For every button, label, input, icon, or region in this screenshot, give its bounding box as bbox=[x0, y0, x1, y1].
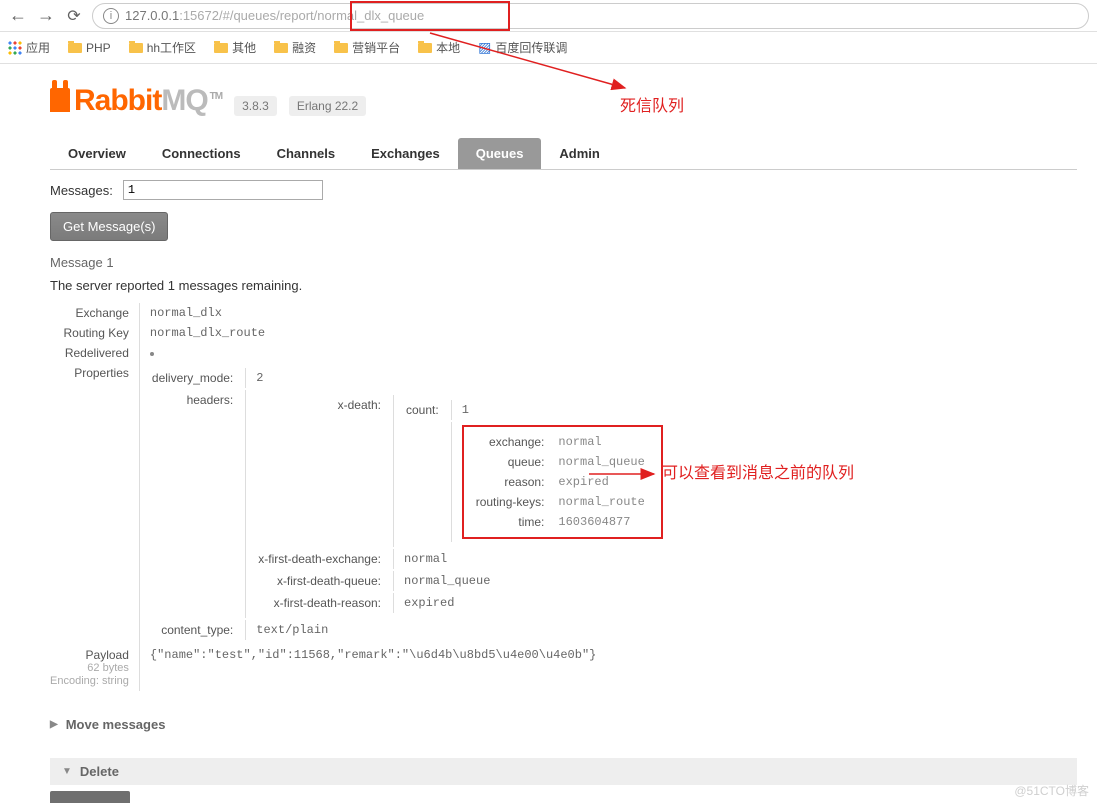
back-icon[interactable]: ← bbox=[8, 5, 28, 26]
bookmark-item[interactable]: PHP bbox=[68, 41, 111, 55]
exchange-label: Exchange bbox=[50, 303, 139, 323]
exchange-value: normal_dlx bbox=[139, 303, 668, 323]
version-badge: 3.8.3 bbox=[234, 96, 277, 116]
xd-reason-k: reason: bbox=[470, 473, 551, 491]
headers-k: headers: bbox=[152, 390, 243, 618]
count-k: count: bbox=[406, 400, 449, 420]
watermark: @51CTO博客 bbox=[1014, 782, 1089, 799]
logo-tm: TM bbox=[210, 91, 222, 102]
folder-icon bbox=[214, 43, 228, 53]
page-content: 死信队列 RabbitMQTM 3.8.3 Erlang 22.2 Overvi… bbox=[0, 64, 1097, 803]
bookmark-item[interactable]: 融资 bbox=[274, 39, 316, 56]
delivery-mode-v: 2 bbox=[245, 368, 667, 388]
bookmark-label: hh工作区 bbox=[147, 39, 196, 56]
xfdr-k: x-first-death-reason: bbox=[258, 593, 391, 613]
remaining-text: The server reported 1 messages remaining… bbox=[50, 278, 1077, 293]
payload-label: Payload 62 bytes Encoding: string bbox=[50, 645, 139, 691]
payload-label-text: Payload bbox=[50, 648, 129, 662]
logo-text-mq: MQ bbox=[161, 84, 207, 117]
xd-exchange-v: normal bbox=[552, 433, 650, 451]
xd-time-v: 1603604877 bbox=[552, 513, 650, 531]
xfde-k: x-first-death-exchange: bbox=[258, 549, 391, 569]
content-type-k: content_type: bbox=[152, 620, 243, 640]
forward-icon[interactable]: → bbox=[36, 5, 56, 26]
routing-key-value: normal_dlx_route bbox=[139, 323, 668, 343]
remaining-post: messages remaining. bbox=[175, 278, 302, 293]
chevron-right-icon: ▶ bbox=[50, 719, 58, 730]
redelivered-value bbox=[139, 343, 668, 363]
payload-body: {"name":"test","id":11568,"remark":"\u6d… bbox=[139, 645, 668, 691]
routing-key-label: Routing Key bbox=[50, 323, 139, 343]
folder-icon bbox=[68, 43, 82, 53]
apps-icon bbox=[8, 41, 22, 55]
xd-queue-k: queue: bbox=[470, 453, 551, 471]
delivery-mode-k: delivery_mode: bbox=[152, 368, 243, 388]
message-table: Exchange normal_dlx Routing Key normal_d… bbox=[50, 303, 669, 691]
message-heading: Message 1 bbox=[50, 255, 1077, 270]
chevron-down-icon: ▼ bbox=[62, 766, 72, 777]
logo-text-rabbit: Rabbit bbox=[74, 84, 161, 117]
xd-exchange-k: exchange: bbox=[470, 433, 551, 451]
bookmark-label: 其他 bbox=[232, 39, 256, 56]
count-v: 1 bbox=[451, 400, 663, 420]
folder-icon bbox=[129, 43, 143, 53]
messages-input[interactable] bbox=[123, 180, 323, 200]
delete-label: Delete bbox=[80, 764, 119, 779]
delete-button-partial[interactable] bbox=[50, 791, 130, 803]
remaining-count: 1 bbox=[168, 278, 175, 293]
messages-row: Messages: bbox=[50, 180, 1077, 200]
redelivered-label: Redelivered bbox=[50, 343, 139, 363]
site-info-icon[interactable]: i bbox=[103, 8, 119, 24]
folder-icon bbox=[274, 43, 288, 53]
xd-time-k: time: bbox=[470, 513, 551, 531]
xfdr-v: expired bbox=[393, 593, 665, 613]
tab-exchanges[interactable]: Exchanges bbox=[353, 138, 458, 169]
xdeath-k: x-death: bbox=[258, 395, 391, 547]
tab-bar: Overview Connections Channels Exchanges … bbox=[50, 138, 1077, 170]
xfdq-k: x-first-death-queue: bbox=[258, 571, 391, 591]
payload-encoding: Encoding: string bbox=[50, 675, 129, 688]
get-messages-button[interactable]: Get Message(s) bbox=[50, 212, 168, 241]
annotation-top-text: 死信队列 bbox=[620, 92, 684, 116]
xfde-v: normal bbox=[393, 549, 665, 569]
xfdq-v: normal_queue bbox=[393, 571, 665, 591]
tab-overview[interactable]: Overview bbox=[50, 138, 144, 169]
messages-label: Messages: bbox=[50, 183, 113, 198]
bookmark-item[interactable]: hh工作区 bbox=[129, 39, 196, 56]
tab-connections[interactable]: Connections bbox=[144, 138, 259, 169]
bookmark-label: 融资 bbox=[292, 39, 316, 56]
url-port: :15672 bbox=[179, 8, 219, 23]
move-messages-section[interactable]: ▶ Move messages bbox=[50, 711, 1077, 738]
move-messages-label: Move messages bbox=[66, 717, 166, 732]
bookmark-item[interactable]: 其他 bbox=[214, 39, 256, 56]
payload-bytes: 62 bytes bbox=[50, 662, 129, 675]
bunny-icon bbox=[50, 88, 70, 112]
tab-channels[interactable]: Channels bbox=[259, 138, 354, 169]
delete-section[interactable]: ▼ Delete bbox=[50, 758, 1077, 785]
remaining-pre: The server reported bbox=[50, 278, 168, 293]
url-host: 127.0.0.1 bbox=[125, 8, 179, 23]
rabbitmq-logo: RabbitMQTM bbox=[50, 84, 222, 118]
reload-icon[interactable]: ⟳ bbox=[64, 6, 84, 26]
apps-label: 应用 bbox=[26, 39, 50, 56]
tab-queues[interactable]: Queues bbox=[458, 138, 542, 169]
content-type-v: text/plain bbox=[245, 620, 667, 640]
properties-value: delivery_mode: 2 headers: x-death: bbox=[139, 363, 668, 645]
xd-rk-v: normal_route bbox=[552, 493, 650, 511]
tab-admin[interactable]: Admin bbox=[541, 138, 617, 169]
properties-label: Properties bbox=[50, 363, 139, 645]
xd-rk-k: routing-keys: bbox=[470, 493, 551, 511]
bullet-icon bbox=[150, 352, 154, 356]
apps-button[interactable]: 应用 bbox=[8, 39, 50, 56]
url-path-prefix: /#/queues/report/ bbox=[219, 8, 317, 23]
bookmark-label: PHP bbox=[86, 41, 111, 55]
annotation-mid-text: 可以查看到消息之前的队列 bbox=[662, 459, 854, 483]
